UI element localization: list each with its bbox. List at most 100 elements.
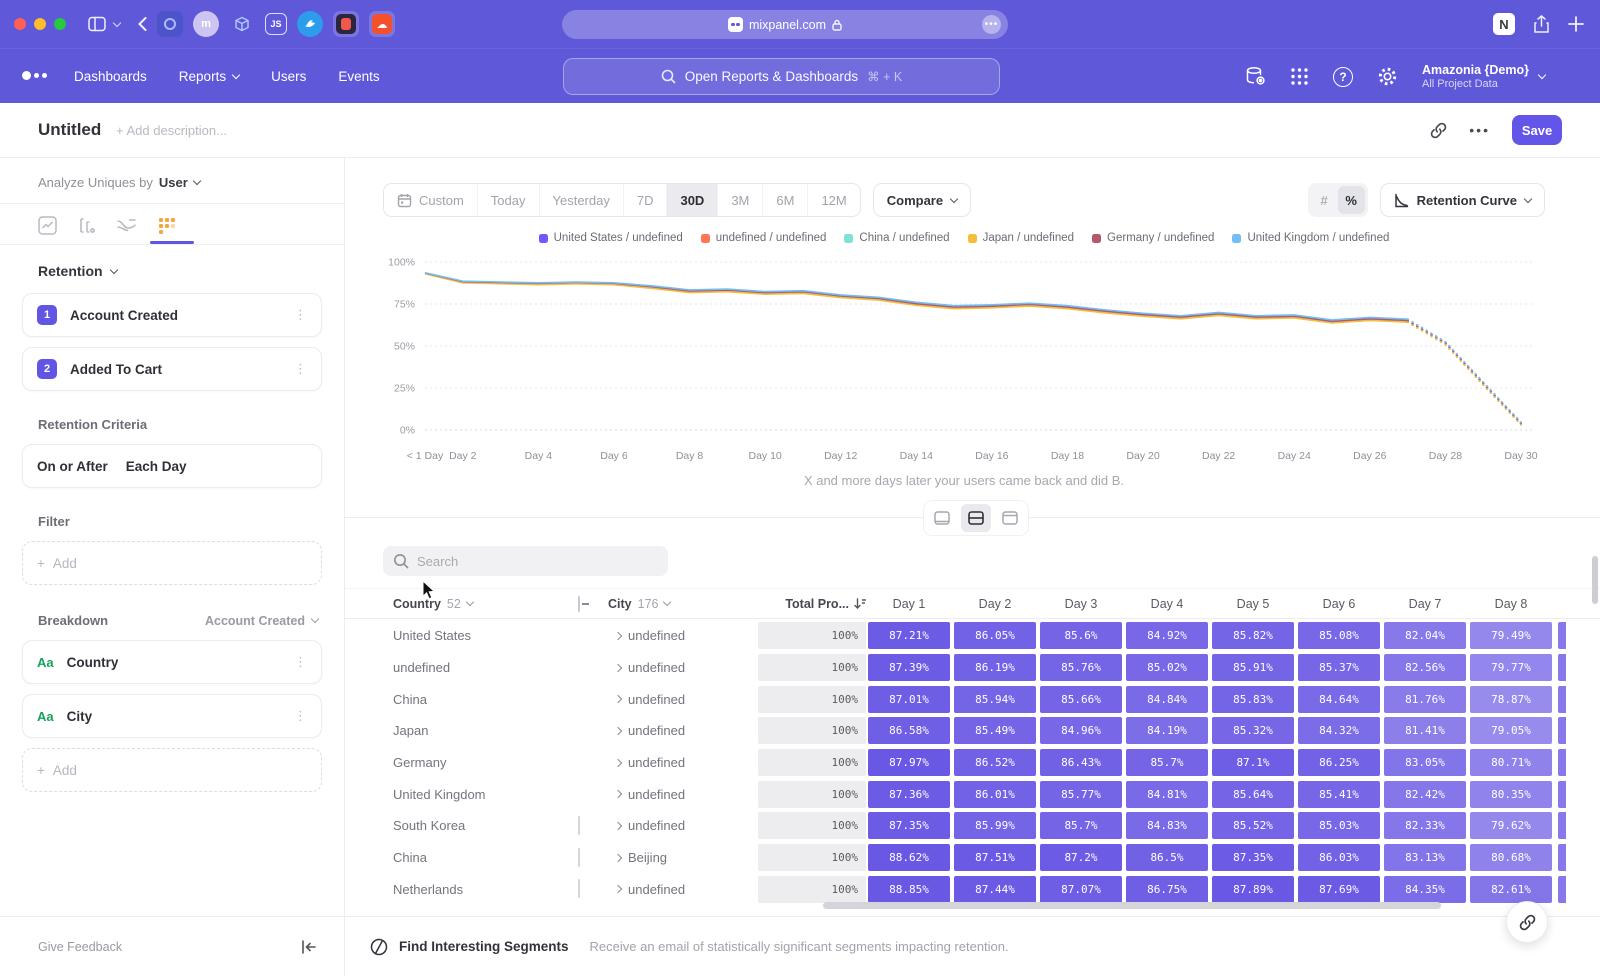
vertical-scrollbar[interactable] <box>1592 556 1598 604</box>
city-column-header[interactable]: City 176 <box>608 597 758 611</box>
retention-cell[interactable]: 82.56% <box>1384 654 1466 681</box>
retention-cell[interactable]: 85.83% <box>1212 686 1294 713</box>
retention-cell[interactable]: 84.81% <box>1126 781 1208 808</box>
analyze-value[interactable]: User <box>159 175 188 190</box>
select-all-checkbox[interactable] <box>578 596 580 612</box>
nav-item-users[interactable]: Users <box>271 69 306 84</box>
retention-cell[interactable]: 86.43% <box>1040 749 1122 776</box>
extension-record-icon[interactable] <box>333 11 359 37</box>
percent-mode-button[interactable]: % <box>1338 186 1365 214</box>
segments-title[interactable]: Find Interesting Segments <box>399 939 569 954</box>
data-management-icon[interactable] <box>1245 66 1266 87</box>
retention-cell[interactable]: 87.36% <box>868 781 950 808</box>
retention-cell[interactable]: 85.99% <box>954 812 1036 839</box>
range-6m[interactable]: 6M <box>762 184 807 216</box>
retention-cell[interactable]: 85.94% <box>954 686 1036 713</box>
legend-item[interactable]: United Kingdom / undefined <box>1232 232 1389 244</box>
new-tab-icon[interactable] <box>1568 16 1584 32</box>
breakdown-card-country[interactable]: Aa Country ⋮ <box>22 640 322 684</box>
retention-cell[interactable]: 80.35% <box>1470 781 1552 808</box>
zoom-window-button[interactable] <box>54 18 66 30</box>
view-chart-only-button[interactable] <box>927 504 957 532</box>
retention-cell[interactable]: 87.35% <box>1212 844 1294 871</box>
step-event-name[interactable]: Added To Cart <box>70 362 162 377</box>
breakdown-property-name[interactable]: Country <box>67 655 119 670</box>
day-column-header[interactable]: Day 4 <box>1124 597 1210 611</box>
nav-item-events[interactable]: Events <box>338 69 379 84</box>
breakdown-add-button[interactable]: + Add <box>22 748 322 792</box>
notion-icon[interactable]: N <box>1493 13 1515 35</box>
day-column-header[interactable]: Day 1 <box>866 597 952 611</box>
series-line-incomplete[interactable] <box>1408 322 1521 425</box>
view-table-only-button[interactable] <box>995 504 1025 532</box>
retention-cell[interactable]: 87.2% <box>1040 844 1122 871</box>
retention-cell[interactable]: 85.08% <box>1298 622 1380 649</box>
kebab-menu-icon[interactable]: ⋮ <box>294 367 307 371</box>
copy-link-icon[interactable] <box>1430 122 1447 139</box>
chevron-right-icon[interactable] <box>614 822 622 830</box>
retention-cell[interactable]: 85.64% <box>1212 781 1294 808</box>
retention-cell[interactable]: 87.51% <box>954 844 1036 871</box>
day-column-header[interactable]: Day 6 <box>1296 597 1382 611</box>
browser-sidebar-toggle-icon[interactable] <box>88 16 106 32</box>
retention-cell[interactable]: 84.84% <box>1126 686 1208 713</box>
range-12m[interactable]: 12M <box>807 184 859 216</box>
retention-cell[interactable]: 85.32% <box>1212 717 1294 744</box>
legend-item[interactable]: United States / undefined <box>539 232 683 244</box>
chevron-right-icon[interactable] <box>614 695 622 703</box>
minimize-window-button[interactable] <box>34 18 46 30</box>
series-line[interactable] <box>425 273 1408 320</box>
breakdown-property-name[interactable]: City <box>67 709 93 724</box>
retention-section-header[interactable]: Retention <box>0 263 344 279</box>
criteria-each-day[interactable]: Each Day <box>126 459 187 474</box>
project-switcher[interactable]: Amazonia {Demo} All Project Data <box>1422 63 1545 90</box>
tab-insights[interactable] <box>38 216 57 244</box>
table-search-input[interactable] <box>383 546 668 576</box>
chevron-right-icon[interactable] <box>614 885 622 893</box>
retention-cell[interactable]: 87.39% <box>868 654 950 681</box>
retention-cell[interactable]: 84.64% <box>1298 686 1380 713</box>
day-column-header[interactable]: Day 7 <box>1382 597 1468 611</box>
retention-cell[interactable]: 84.35% <box>1384 876 1466 903</box>
filter-add-button[interactable]: + Add <box>22 541 322 585</box>
address-bar[interactable]: mixpanel.com ••• <box>562 10 1008 39</box>
step-event-name[interactable]: Account Created <box>70 308 178 323</box>
legend-item[interactable]: Germany / undefined <box>1092 232 1214 244</box>
extension-target-icon[interactable] <box>157 11 183 37</box>
retention-cell[interactable]: 86.05% <box>954 622 1036 649</box>
tab-flows[interactable] <box>116 216 137 244</box>
retention-cell[interactable]: 87.01% <box>868 686 950 713</box>
retention-cell[interactable]: 86.52% <box>954 749 1036 776</box>
criteria-on-or-after[interactable]: On or After <box>37 459 108 474</box>
help-icon[interactable]: ? <box>1333 67 1353 87</box>
retention-cell[interactable]: 87.07% <box>1040 876 1122 903</box>
retention-cell[interactable]: 84.19% <box>1126 717 1208 744</box>
retention-cell[interactable]: 85.7% <box>1126 749 1208 776</box>
back-icon[interactable] <box>138 17 147 31</box>
extension-cube-icon[interactable] <box>229 11 255 37</box>
series-line-incomplete[interactable] <box>1408 321 1521 424</box>
retention-cell[interactable]: 84.92% <box>1126 622 1208 649</box>
analyze-uniques-row[interactable]: Analyze Uniques by User <box>0 175 344 190</box>
series-line-incomplete[interactable] <box>1408 319 1521 422</box>
retention-cell[interactable]: 86.75% <box>1126 876 1208 903</box>
retention-cell[interactable]: 85.91% <box>1212 654 1294 681</box>
series-line[interactable] <box>425 273 1408 322</box>
chevron-right-icon[interactable] <box>614 727 622 735</box>
retention-cell[interactable]: 79.49% <box>1470 622 1552 649</box>
share-report-floating-button[interactable] <box>1506 901 1548 943</box>
retention-cell[interactable]: 86.25% <box>1298 749 1380 776</box>
series-line-incomplete[interactable] <box>1408 320 1521 423</box>
retention-cell[interactable]: 82.04% <box>1384 622 1466 649</box>
legend-item[interactable]: China / undefined <box>844 232 949 244</box>
more-actions-button[interactable]: ••• <box>1469 122 1490 138</box>
nav-item-dashboards[interactable]: Dashboards <box>74 69 147 84</box>
retention-cell[interactable]: 87.1% <box>1212 749 1294 776</box>
retention-cell[interactable]: 85.6% <box>1040 622 1122 649</box>
url-more-button[interactable]: ••• <box>982 15 1001 34</box>
chevron-right-icon[interactable] <box>614 632 622 640</box>
retention-cell[interactable]: 85.76% <box>1040 654 1122 681</box>
retention-cell[interactable]: 86.19% <box>954 654 1036 681</box>
row-checkbox[interactable] <box>578 816 580 835</box>
extension-bird-icon[interactable] <box>297 11 323 37</box>
